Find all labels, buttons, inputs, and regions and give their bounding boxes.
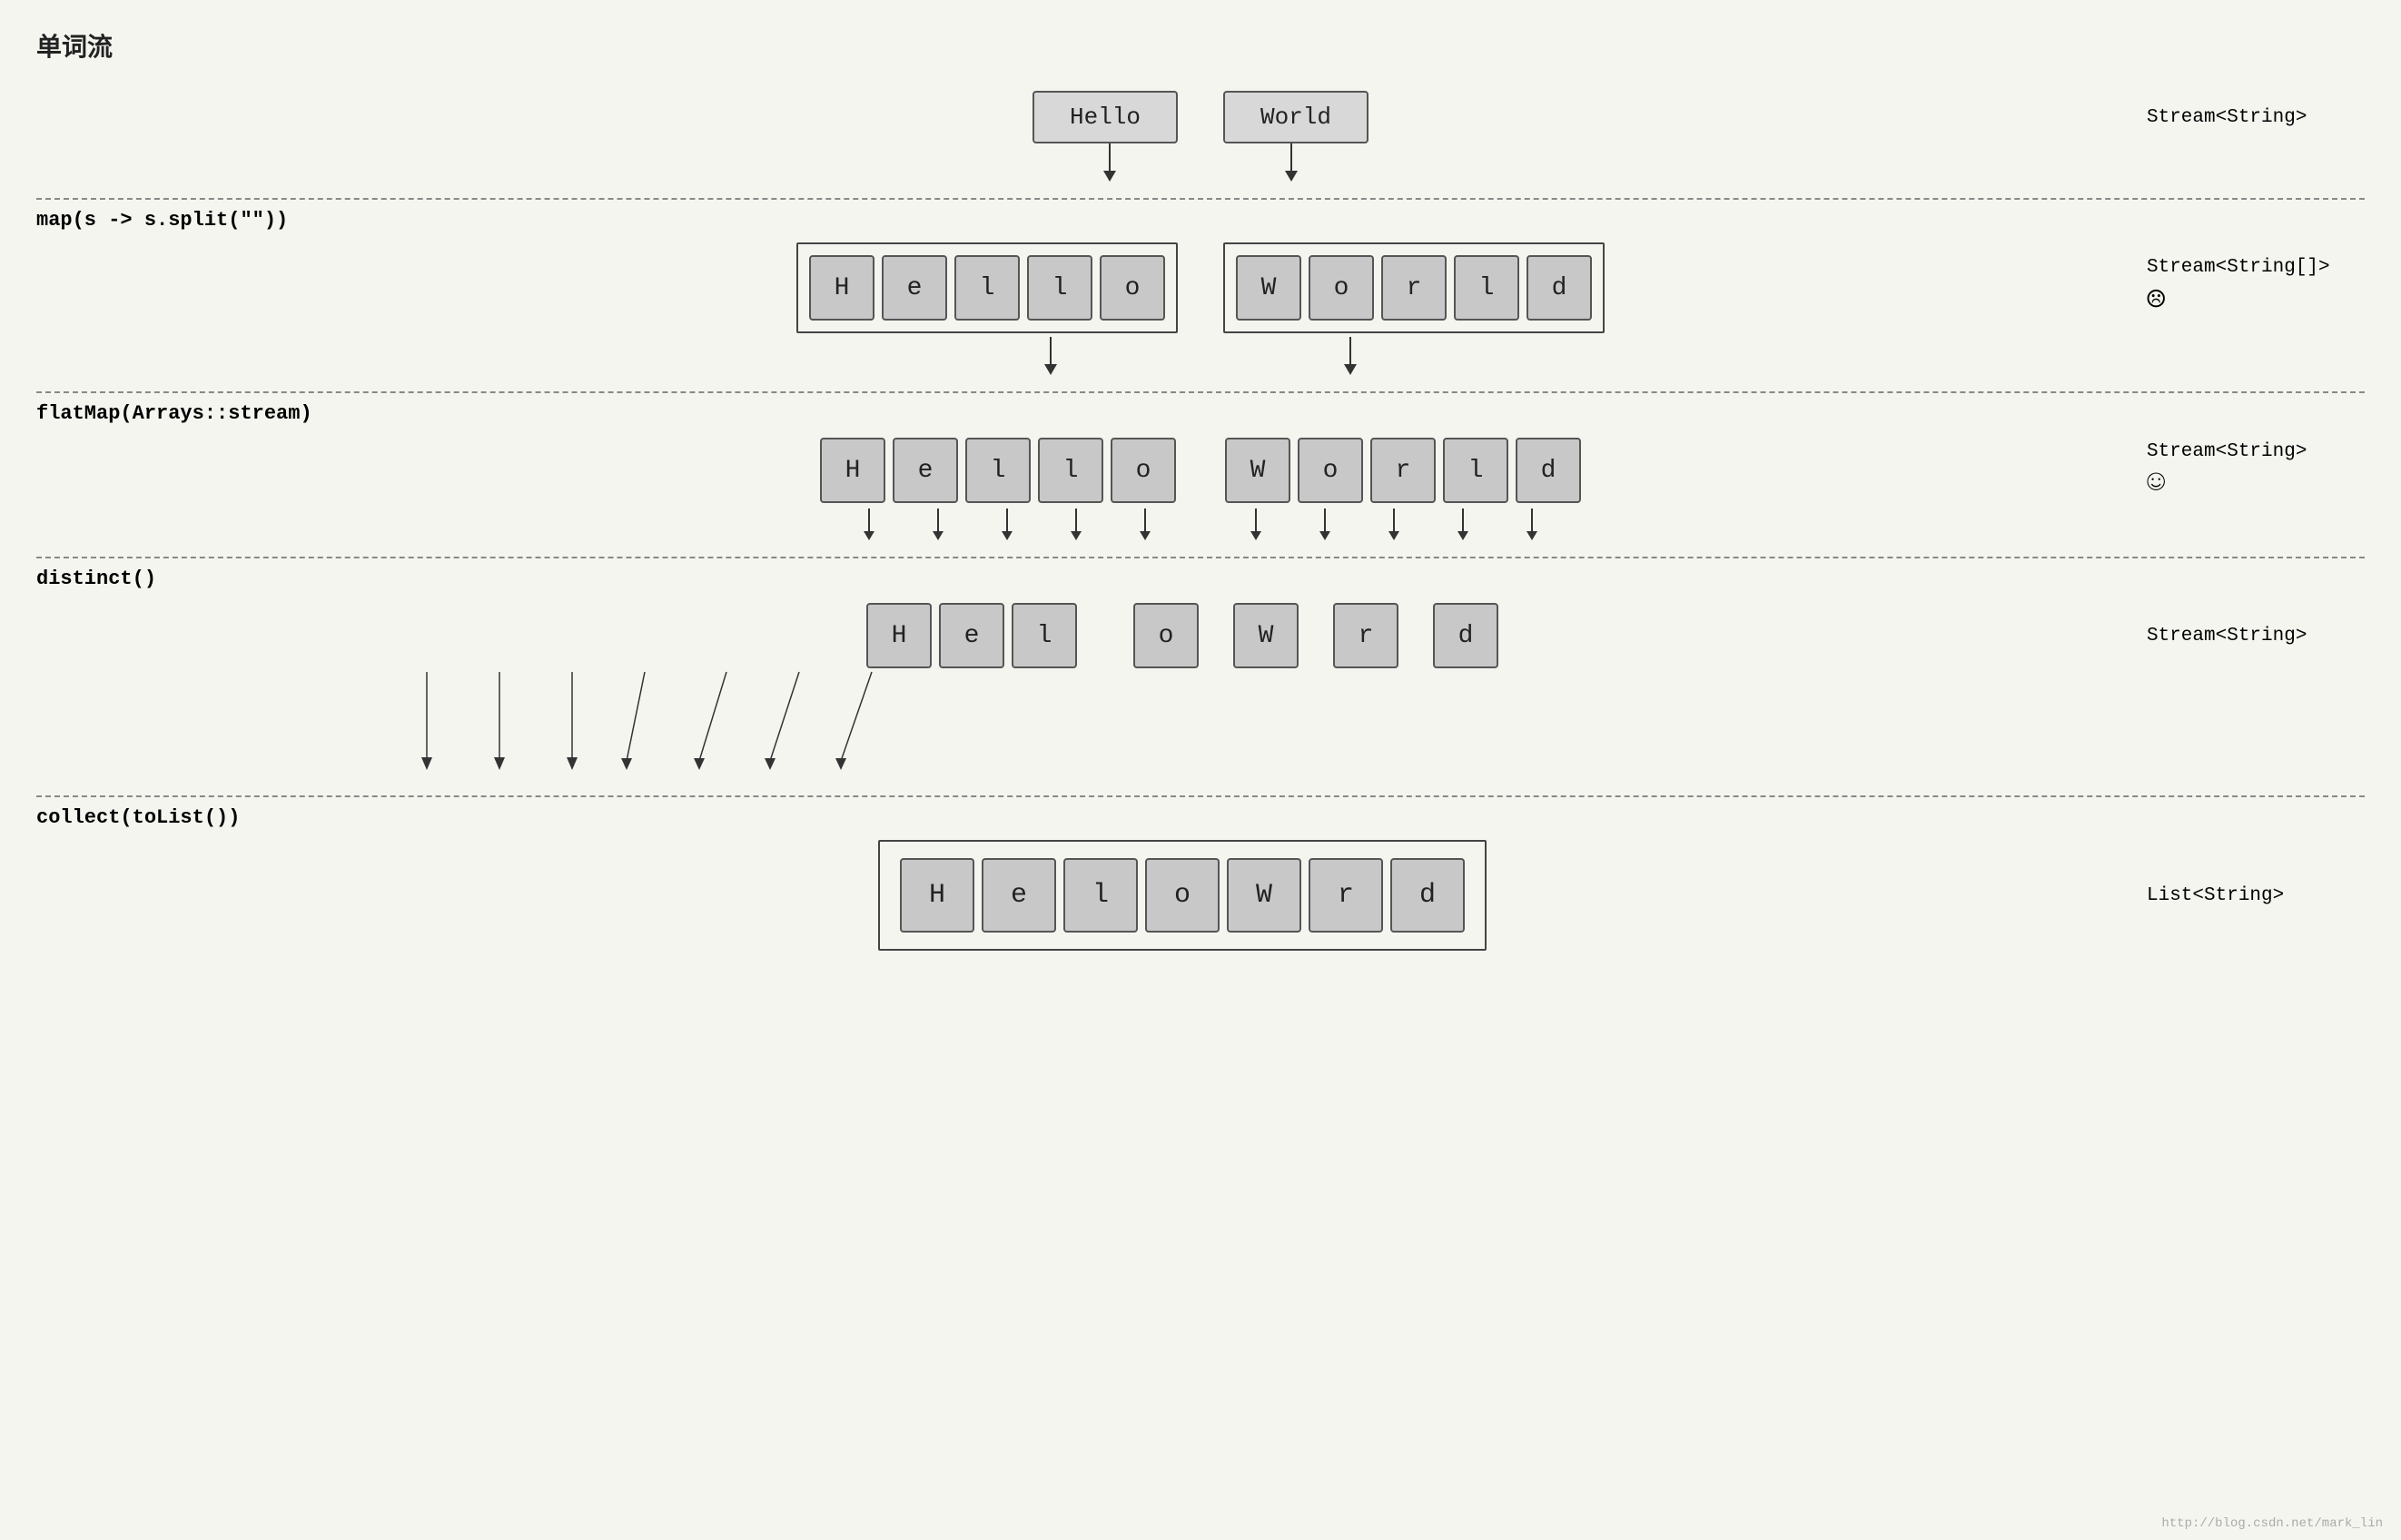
flatmap-center: H e l l o W o r l d [272, 436, 2129, 505]
hello-arrow-2 [924, 337, 1178, 375]
many-arrows-area [36, 670, 2365, 779]
world-arrow-down [1223, 143, 1359, 182]
arrow-row-3 [36, 508, 2365, 540]
e-box-1: e [882, 255, 947, 321]
distinct-row: H e l o W r d Stream<String> [36, 601, 2365, 670]
d-flat-1: d [1516, 438, 1581, 503]
dashed-line-4 [36, 795, 2365, 797]
world-flat-group: W o r l d [1223, 436, 1583, 505]
dashed-line-3 [36, 557, 2365, 558]
r-collect: r [1309, 858, 1383, 933]
arrow-row-1 [36, 143, 2365, 182]
d-collect: d [1390, 858, 1465, 933]
sad-emoji: ☹ [2147, 281, 2165, 320]
top-row: Hello World Stream<String> [36, 82, 2365, 143]
world-arrow-2 [1223, 337, 1477, 375]
dashed-line-1 [36, 198, 2365, 200]
collect-group: H e l o W r d [878, 840, 1487, 951]
page-title: 单词流 [36, 27, 2365, 64]
o-distinct: o [1133, 603, 1199, 668]
o-flat-2: o [1298, 438, 1363, 503]
happy-emoji: ☺ [2147, 466, 2165, 500]
collect-center: H e l o W r d [272, 840, 2129, 951]
d-box-1: d [1527, 255, 1592, 321]
e-distinct: e [939, 603, 1004, 668]
collect-row: H e l o W r d List<String> [36, 840, 2365, 951]
h-flat-1: H [820, 438, 885, 503]
flatmap-keyword: flatMap [36, 402, 120, 425]
top-words-group: Hello World [1033, 91, 1368, 143]
l-flat-3: l [1443, 438, 1508, 503]
top-words-center: Hello World [272, 91, 2129, 143]
hello-flat-group: H e l l o [818, 436, 1178, 505]
r-flat-1: r [1370, 438, 1436, 503]
e-collect: e [982, 858, 1056, 933]
world-array-group: W o r l d [1223, 242, 1605, 333]
w-box-1: W [1236, 255, 1301, 321]
distinct-stream-label: Stream<String> [2147, 626, 2365, 647]
e-flat-1: e [893, 438, 958, 503]
w-distinct: W [1233, 603, 1299, 668]
hello-arrow-down [1042, 143, 1178, 182]
o-box-1: o [1100, 255, 1165, 321]
o-box-2: o [1309, 255, 1374, 321]
l-box-3: l [1454, 255, 1519, 321]
many-arrows-svg [36, 670, 2365, 779]
map-center: H e l l o W o r l d [272, 242, 2129, 333]
collect-stream-label: List<String> [2147, 885, 2365, 906]
map-stream-label: Stream<String[]> [2147, 257, 2330, 278]
map-groups: H e l l o W o r l d [796, 242, 1605, 333]
h-collect: H [900, 858, 974, 933]
distinct-rest: () [133, 568, 156, 590]
arrow-row-2 [36, 337, 2365, 375]
w-collect: W [1227, 858, 1301, 933]
hello-array-group: H e l l o [796, 242, 1178, 333]
hello-word-box: Hello [1033, 91, 1178, 143]
l-collect: l [1063, 858, 1138, 933]
l-box-2: l [1027, 255, 1092, 321]
world-word-box: World [1223, 91, 1368, 143]
o-flat-1: o [1111, 438, 1176, 503]
d-distinct: d [1433, 603, 1498, 668]
distinct-label: distinct() [36, 568, 2365, 590]
map-keyword: map [36, 209, 73, 232]
map-row: H e l l o W o r l d Stream<String[]> ☹ [36, 242, 2365, 333]
distinct-group: H e l o W r d [865, 601, 1500, 670]
w-flat-1: W [1225, 438, 1290, 503]
dashed-line-2 [36, 391, 2365, 393]
watermark: http://blog.csdn.net/mark_lin [2161, 1516, 2383, 1531]
distinct-center: H e l o W r d [272, 601, 2129, 670]
flatmap-rest: (Arrays::stream) [120, 402, 311, 425]
flatmap-label: flatMap(Arrays::stream) [36, 402, 2365, 425]
h-box-1: H [809, 255, 874, 321]
r-box-1: r [1381, 255, 1447, 321]
l-flat-2: l [1038, 438, 1103, 503]
l-box-1: l [954, 255, 1020, 321]
l-flat-1: l [965, 438, 1031, 503]
top-stream-label: Stream<String> [2129, 107, 2365, 128]
flatmap-stream-label: Stream<String> [2147, 441, 2307, 462]
map-rest: (s -> s.split("")) [73, 209, 289, 232]
l-distinct: l [1012, 603, 1077, 668]
collect-keyword: collect [36, 806, 120, 829]
r-distinct: r [1333, 603, 1398, 668]
collect-rest: (toList()) [120, 806, 240, 829]
collect-label: collect(toList()) [36, 806, 2365, 829]
diagram: Hello World Stream<String> map( [36, 82, 2365, 951]
map-label: map(s -> s.split("")) [36, 209, 2365, 232]
distinct-keyword: distinct [36, 568, 133, 590]
o-collect: o [1145, 858, 1220, 933]
h-distinct: H [866, 603, 932, 668]
flatmap-groups: H e l l o W o r l d [818, 436, 1583, 505]
flatmap-row: H e l l o W o r l d Stream<String> ☺ [36, 436, 2365, 505]
